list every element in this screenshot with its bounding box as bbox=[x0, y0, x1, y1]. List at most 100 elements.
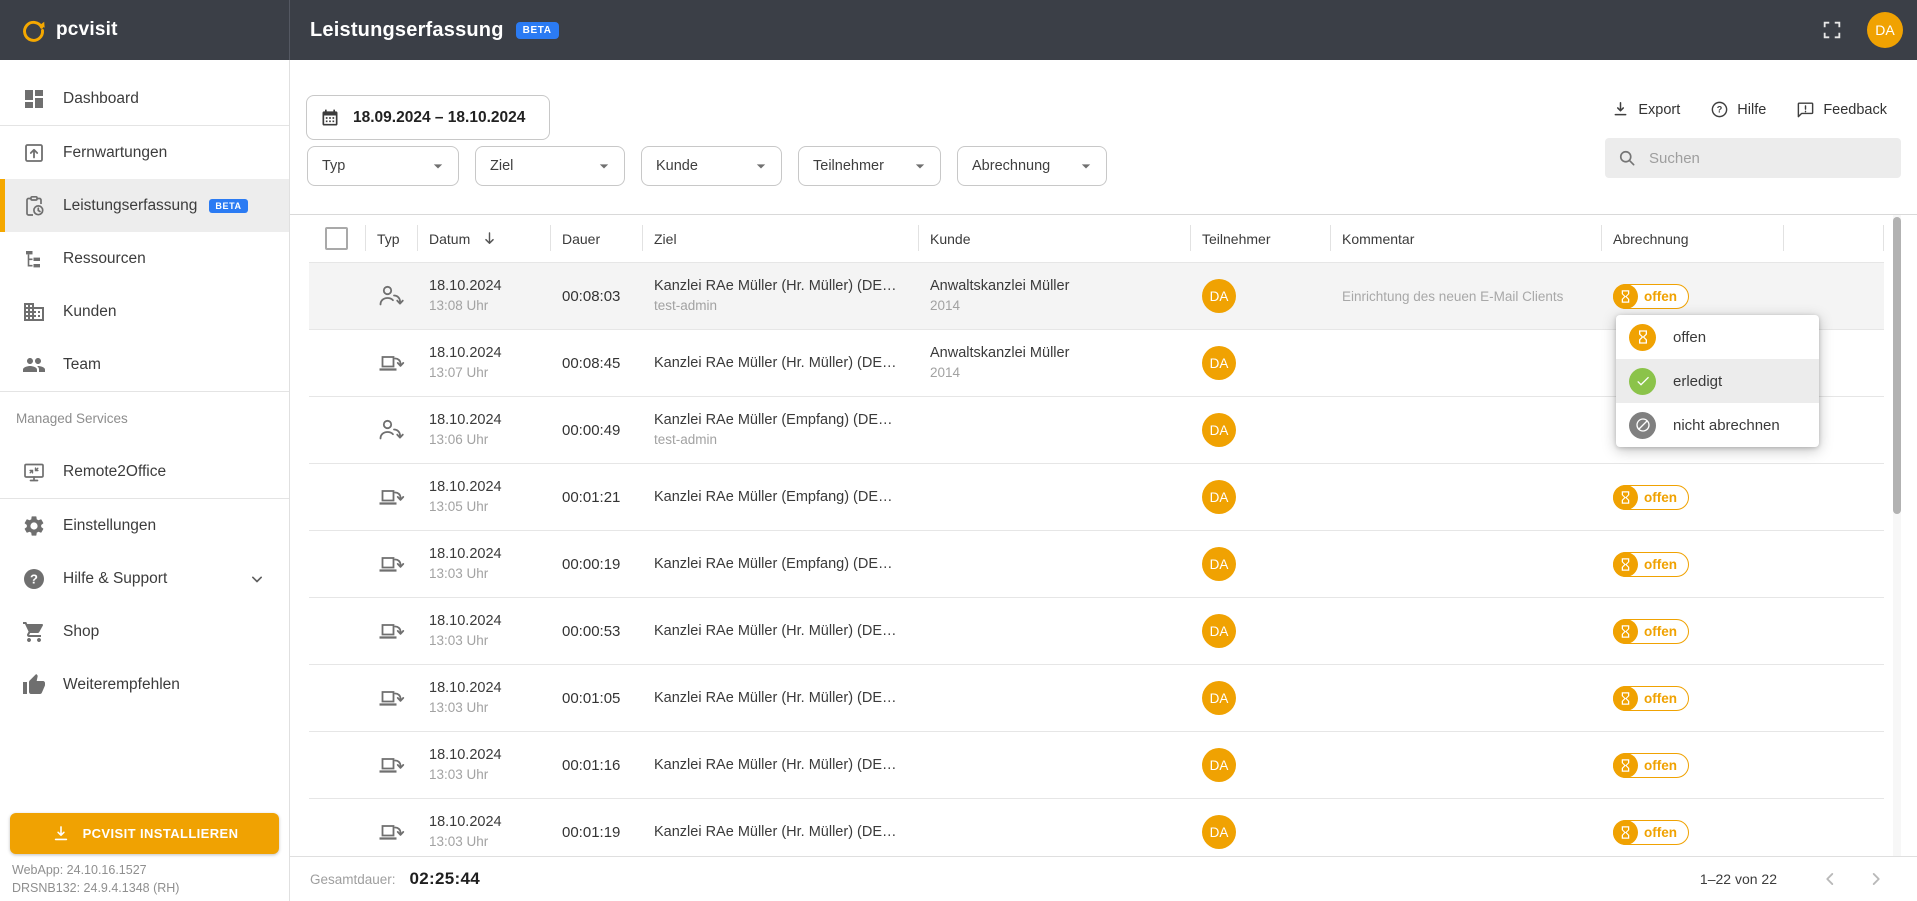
caret-down-icon bbox=[428, 156, 448, 176]
participant-avatar: DA bbox=[1202, 346, 1236, 380]
participant-avatar: DA bbox=[1202, 681, 1236, 715]
sidebar-item-kunden[interactable]: Kunden bbox=[0, 285, 289, 338]
row-date: 18.10.2024 bbox=[429, 679, 550, 698]
column-header-label: Datum bbox=[429, 231, 470, 247]
table-row[interactable]: 18.10.202413:03 Uhr 00:01:05 Kanzlei RAe… bbox=[309, 664, 1884, 731]
hourglass-icon bbox=[1613, 820, 1638, 845]
install-button[interactable]: PCVISIT INSTALLIEREN bbox=[10, 813, 279, 854]
column-header-teilnehmer[interactable]: Teilnehmer bbox=[1190, 215, 1330, 262]
billing-option-erledigt[interactable]: erledigt bbox=[1616, 359, 1819, 403]
column-header-label: Kunde bbox=[930, 231, 970, 247]
row-duration: 00:00:49 bbox=[550, 397, 642, 463]
column-header-dauer[interactable]: Dauer bbox=[550, 215, 642, 262]
table-row[interactable]: 18.10.202413:03 Uhr 00:01:16 Kanzlei RAe… bbox=[309, 731, 1884, 798]
sidebar-item-dashboard[interactable]: Dashboard bbox=[0, 72, 289, 125]
billing-option-label: erledigt bbox=[1673, 373, 1722, 390]
column-header-kunde[interactable]: Kunde bbox=[918, 215, 1190, 262]
filter-dropdown-typ[interactable]: Typ bbox=[307, 146, 459, 186]
billing-status-chip[interactable]: offen bbox=[1613, 820, 1689, 845]
table-footer: Gesamtdauer: 02:25:44 1–22 von 22 bbox=[290, 856, 1917, 901]
billing-status-label: offen bbox=[1636, 758, 1688, 773]
sidebar-item-einstellungen[interactable]: Einstellungen bbox=[0, 499, 289, 552]
billing-status-chip[interactable]: offen bbox=[1613, 686, 1689, 711]
select-all-checkbox[interactable] bbox=[325, 227, 348, 250]
tree-icon bbox=[22, 247, 46, 271]
sidebar-item-shop[interactable]: Shop bbox=[0, 605, 289, 658]
sidebar-item-ressourcen[interactable]: Ressourcen bbox=[0, 232, 289, 285]
remote-device-session-icon bbox=[376, 483, 407, 511]
next-page-icon[interactable] bbox=[1865, 868, 1887, 890]
user-avatar[interactable]: DA bbox=[1867, 12, 1903, 48]
billing-option-label: nicht abrechnen bbox=[1673, 417, 1780, 434]
feedback-button[interactable]: Feedback bbox=[1796, 100, 1887, 119]
row-date: 18.10.2024 bbox=[429, 612, 550, 631]
version-info: WebApp: 24.10.16.1527 DRSNB132: 24.9.4.1… bbox=[12, 861, 179, 897]
column-header-abrechnung[interactable]: Abrechnung bbox=[1601, 215, 1783, 262]
topbar-actions: DA bbox=[1821, 12, 1903, 48]
filter-label: Kunde bbox=[656, 158, 698, 174]
sidebar-item-team[interactable]: Team bbox=[0, 338, 289, 391]
export-button[interactable]: Export bbox=[1611, 100, 1680, 119]
billing-status-chip[interactable]: offen bbox=[1613, 753, 1689, 778]
scrollbar-thumb[interactable] bbox=[1893, 217, 1901, 514]
team-icon bbox=[22, 353, 46, 377]
help-outline-icon: ? bbox=[1710, 100, 1729, 119]
filter-dropdown-ziel[interactable]: Ziel bbox=[475, 146, 625, 186]
search-input[interactable] bbox=[1647, 149, 1871, 168]
billing-option-nicht-abrechnen[interactable]: nicht abrechnen bbox=[1616, 403, 1819, 447]
help-button[interactable]: ? Hilfe bbox=[1710, 100, 1766, 119]
row-target: Kanzlei RAe Müller (Hr. Müller) (DE… bbox=[654, 756, 918, 775]
billing-status-chip[interactable]: offen bbox=[1613, 485, 1689, 510]
caret-down-icon bbox=[751, 156, 771, 176]
billing-option-offen[interactable]: offen bbox=[1616, 315, 1819, 359]
sidebar-nav: Dashboard Fernwartungen Leistungserfassu… bbox=[0, 60, 289, 711]
sidebar-item-remote2office[interactable]: Remote2Office bbox=[0, 445, 289, 498]
total-duration-value: 02:25:44 bbox=[410, 869, 480, 889]
filter-label: Ziel bbox=[490, 158, 513, 174]
billing-status-chip[interactable]: offen bbox=[1613, 619, 1689, 644]
participant-avatar: DA bbox=[1202, 547, 1236, 581]
row-comment bbox=[1330, 464, 1601, 530]
hourglass-icon bbox=[1613, 284, 1638, 309]
column-header-datum[interactable]: Datum bbox=[417, 215, 550, 262]
feedback-icon bbox=[1796, 100, 1815, 119]
hourglass-icon bbox=[1613, 619, 1638, 644]
billing-status-chip[interactable]: offen bbox=[1613, 284, 1689, 309]
column-header-ziel[interactable]: Ziel bbox=[642, 215, 918, 262]
sidebar-item-label: Ressourcen bbox=[63, 250, 146, 268]
column-header-label: Dauer bbox=[562, 231, 600, 247]
total-duration-label: Gesamtdauer: bbox=[310, 872, 396, 887]
filter-dropdown-teilnehmer[interactable]: Teilnehmer bbox=[798, 146, 941, 186]
participant-avatar: DA bbox=[1202, 480, 1236, 514]
sidebar-item-fernwartungen[interactable]: Fernwartungen bbox=[0, 126, 289, 179]
fullscreen-icon[interactable] bbox=[1821, 19, 1843, 41]
sidebar-item-hilfe-support[interactable]: ? Hilfe & Support bbox=[0, 552, 289, 605]
row-target-sub: test-admin bbox=[654, 296, 918, 315]
previous-page-icon[interactable] bbox=[1819, 868, 1841, 890]
filter-dropdown-kunde[interactable]: Kunde bbox=[641, 146, 782, 186]
billing-status-popup: offen erledigt nicht abrechnen bbox=[1616, 315, 1819, 447]
column-header-kommentar[interactable]: Kommentar bbox=[1330, 215, 1601, 262]
hourglass-icon bbox=[1613, 753, 1638, 778]
table-row[interactable]: 18.10.202413:03 Uhr 00:00:19 Kanzlei RAe… bbox=[309, 530, 1884, 597]
table-row[interactable]: 18.10.202413:03 Uhr 00:00:53 Kanzlei RAe… bbox=[309, 597, 1884, 664]
version-line: DRSNB132: 24.9.4.1348 (RH) bbox=[12, 879, 179, 897]
column-header-typ[interactable]: Typ bbox=[365, 215, 417, 262]
date-range-picker[interactable]: 18.09.2024 – 18.10.2024 bbox=[306, 95, 550, 140]
row-duration: 00:08:45 bbox=[550, 330, 642, 396]
version-line: WebApp: 24.10.16.1527 bbox=[12, 861, 179, 879]
remote-device-session-icon bbox=[376, 818, 407, 846]
billing-status-label: offen bbox=[1636, 691, 1688, 706]
sidebar-item-weiterempfehlen[interactable]: Weiterempfehlen bbox=[0, 658, 289, 711]
sidebar-item-leistungserfassung[interactable]: Leistungserfassung BETA bbox=[0, 179, 289, 232]
svg-text:?: ? bbox=[30, 571, 38, 586]
row-target: Kanzlei RAe Müller (Empfang) (DE… bbox=[654, 488, 918, 507]
sidebar-item-label: Weiterempfehlen bbox=[63, 676, 180, 694]
table-row[interactable]: 18.10.202413:03 Uhr 00:01:19 Kanzlei RAe… bbox=[309, 798, 1884, 865]
filter-dropdown-abrechnung[interactable]: Abrechnung bbox=[957, 146, 1107, 186]
sidebar-item-label: Einstellungen bbox=[63, 517, 156, 535]
table-row[interactable]: 18.10.202413:05 Uhr 00:01:21 Kanzlei RAe… bbox=[309, 463, 1884, 530]
calendar-icon bbox=[320, 108, 340, 128]
billing-status-chip[interactable]: offen bbox=[1613, 552, 1689, 577]
row-time: 13:03 Uhr bbox=[429, 698, 550, 717]
